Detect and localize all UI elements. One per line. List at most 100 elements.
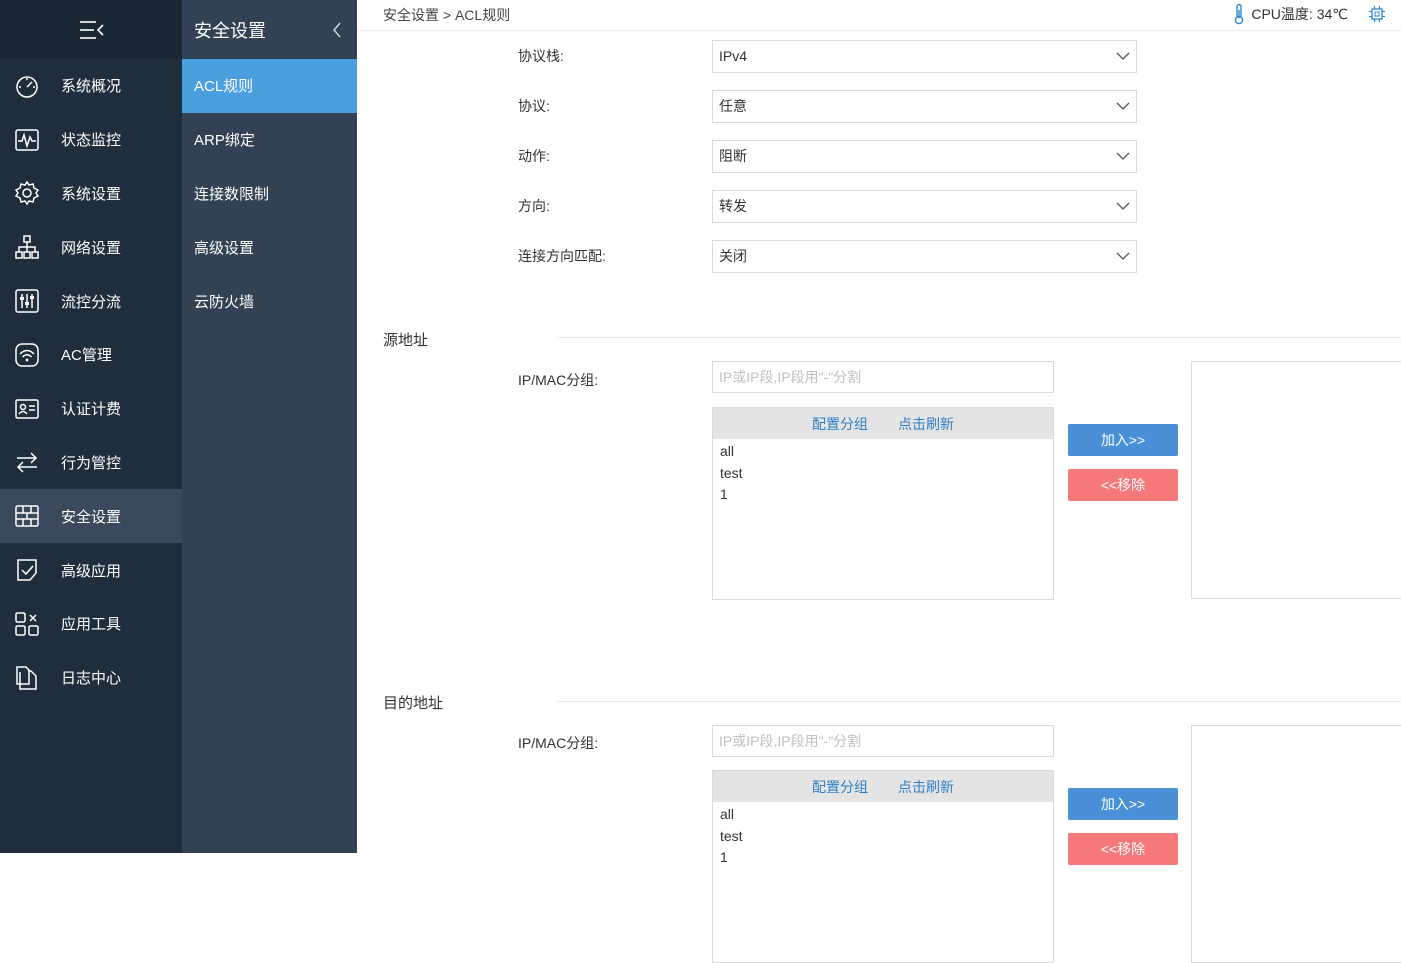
dest-remove-button[interactable]: <<移除 [1068, 833, 1178, 865]
source-group-box: 配置分组 点击刷新 alltest1 [712, 407, 1054, 600]
subnav-title: 安全设置 [194, 17, 266, 43]
form-row: 方向: 转发 [518, 190, 1137, 222]
select-value: IPv4 [719, 48, 747, 64]
subnav-item[interactable]: ACL规则 [182, 59, 357, 113]
source-group-header: 配置分组 点击刷新 [713, 408, 1053, 439]
dest-add-button[interactable]: 加入>> [1068, 788, 1178, 820]
cpu-status: CPU温度: 34℃ [1233, 3, 1387, 25]
arrows-icon [14, 449, 40, 475]
nav-item[interactable]: 应用工具 [0, 597, 182, 651]
select-value: 阻断 [719, 146, 747, 166]
group-list-item[interactable]: 1 [720, 847, 1046, 869]
nav-item[interactable]: 系统概况 [0, 59, 182, 113]
nav-item-label: AC管理 [61, 344, 112, 365]
files-icon [14, 665, 40, 691]
tools-icon [14, 611, 40, 637]
nav-item-label: 安全设置 [61, 506, 121, 527]
dest-group-header: 配置分组 点击刷新 [713, 771, 1053, 802]
source-section-title: 源地址 [383, 329, 428, 350]
select-value: 关闭 [719, 246, 747, 266]
select-value: 任意 [719, 96, 747, 116]
group-list-item[interactable]: test [720, 826, 1046, 848]
top-header: 安全设置 > ACL规则 CPU温度: 34℃ [357, 0, 1401, 31]
wifi-icon [14, 342, 40, 368]
nav-item[interactable]: 安全设置 [0, 489, 182, 543]
dest-ip-label: IP/MAC分组: [518, 733, 598, 753]
subnav-item[interactable]: 高级设置 [182, 220, 357, 274]
check-doc-icon [14, 557, 40, 583]
nav-item-label: 认证计费 [61, 398, 121, 419]
nav-item[interactable]: AC管理 [0, 328, 182, 382]
nav-item-label: 高级应用 [61, 560, 121, 581]
chip-icon [1367, 4, 1387, 24]
group-list-item[interactable]: all [720, 441, 1046, 463]
group-list-item[interactable]: 1 [720, 484, 1046, 506]
sliders-icon [14, 288, 40, 314]
chevron-down-icon [1116, 252, 1130, 261]
nav-item-label: 状态监控 [61, 129, 121, 150]
dest-refresh-link[interactable]: 点击刷新 [898, 777, 954, 797]
gauge-icon [14, 73, 40, 99]
form-select[interactable]: 任意 [712, 90, 1137, 123]
chevron-down-icon [1116, 52, 1130, 61]
form-row: 连接方向匹配: 关闭 [518, 240, 1137, 272]
chevron-down-icon [1116, 202, 1130, 211]
nav-item-label: 系统设置 [61, 183, 121, 204]
source-add-button[interactable]: 加入>> [1068, 424, 1178, 456]
id-card-icon [14, 396, 40, 422]
sub-sidebar: 安全设置 ACL规则ARP绑定连接数限制高级设置云防火墙 [182, 0, 357, 853]
subnav-item[interactable]: 云防火墙 [182, 274, 357, 328]
nav-item[interactable]: 行为管控 [0, 436, 182, 490]
main-content: 协议栈: IPv4 协议: 任意 动作: 阻断 方向: 转发 [357, 31, 1401, 853]
nav-item-label: 应用工具 [61, 613, 121, 634]
breadcrumb: 安全设置 > ACL规则 [383, 5, 510, 25]
dest-group-list: alltest1 [713, 802, 1053, 871]
form-select[interactable]: 转发 [712, 190, 1137, 223]
group-list-item[interactable]: all [720, 804, 1046, 826]
nav-item[interactable]: 状态监控 [0, 113, 182, 167]
select-value: 转发 [719, 196, 747, 216]
form-select[interactable]: 阻断 [712, 140, 1137, 173]
source-refresh-link[interactable]: 点击刷新 [898, 414, 954, 434]
source-divider [557, 337, 1401, 338]
network-icon [14, 234, 40, 260]
nav-item[interactable]: 日志中心 [0, 651, 182, 705]
chevron-left-icon[interactable] [331, 21, 343, 39]
subnav-item[interactable]: 连接数限制 [182, 167, 357, 221]
form-select[interactable]: IPv4 [712, 40, 1137, 73]
group-list-item[interactable]: test [720, 463, 1046, 485]
nav-item[interactable]: 网络设置 [0, 220, 182, 274]
form-field-label: 动作: [518, 146, 712, 166]
source-ip-label: IP/MAC分组: [518, 370, 598, 390]
dest-section-title: 目的地址 [383, 692, 443, 713]
nav-item-label: 网络设置 [61, 237, 121, 258]
form-select[interactable]: 关闭 [712, 240, 1137, 273]
form-field-label: 协议栈: [518, 46, 712, 66]
nav-item[interactable]: 高级应用 [0, 543, 182, 597]
dest-selected-list[interactable] [1191, 725, 1401, 963]
nav-item-label: 行为管控 [61, 452, 121, 473]
nav-item-label: 系统概况 [61, 75, 121, 96]
source-ip-input[interactable] [712, 361, 1054, 393]
chevron-down-icon [1116, 152, 1130, 161]
chevron-down-icon [1116, 102, 1130, 111]
nav-item[interactable]: 认证计费 [0, 382, 182, 436]
nav-item[interactable]: 流控分流 [0, 274, 182, 328]
sidebar-collapse-button[interactable] [0, 0, 182, 59]
source-remove-button[interactable]: <<移除 [1068, 469, 1178, 501]
gear-icon [14, 180, 40, 206]
form-row: 协议: 任意 [518, 90, 1137, 122]
source-selected-list[interactable] [1191, 361, 1401, 599]
firewall-icon [14, 503, 40, 529]
dest-config-group-link[interactable]: 配置分组 [812, 777, 868, 797]
menu-collapse-icon [77, 19, 105, 41]
subnav-item[interactable]: ARP绑定 [182, 113, 357, 167]
thermometer-icon [1233, 3, 1245, 25]
main-sidebar: 系统概况状态监控系统设置网络设置流控分流 AC管理认证计费行为管控安全设置高级应用… [0, 0, 182, 853]
dest-ip-input[interactable] [712, 725, 1054, 757]
dest-group-box: 配置分组 点击刷新 alltest1 [712, 770, 1054, 963]
source-config-group-link[interactable]: 配置分组 [812, 414, 868, 434]
dest-divider [557, 701, 1401, 702]
nav-item[interactable]: 系统设置 [0, 167, 182, 221]
cpu-temp-text: CPU温度: 34℃ [1251, 4, 1348, 24]
